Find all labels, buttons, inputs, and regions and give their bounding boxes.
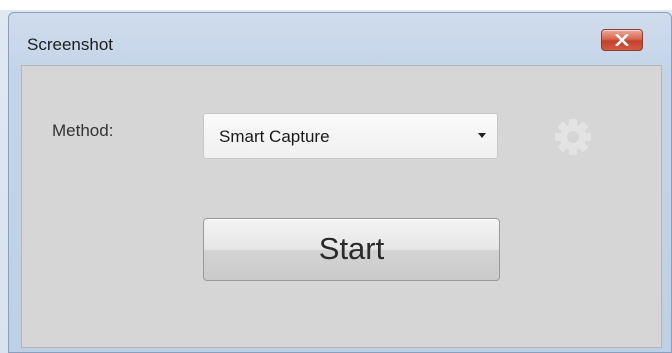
method-dropdown-value: Smart Capture — [219, 127, 330, 146]
close-x-icon — [615, 34, 629, 46]
title-bar[interactable]: Screenshot — [9, 13, 671, 65]
chevron-down-icon — [478, 133, 486, 138]
start-button-label: Start — [318, 231, 385, 266]
screenshot-window: Screenshot Method: Smart Capture Start — [8, 12, 672, 353]
start-button[interactable]: Start — [203, 218, 500, 281]
dialog-client-area: Method: Smart Capture Start — [21, 65, 662, 348]
close-button[interactable] — [601, 29, 643, 51]
method-label: Method: — [52, 121, 114, 140]
method-dropdown[interactable]: Smart Capture — [203, 113, 498, 159]
gear-icon[interactable] — [552, 116, 594, 158]
window-title: Screenshot — [27, 35, 113, 54]
